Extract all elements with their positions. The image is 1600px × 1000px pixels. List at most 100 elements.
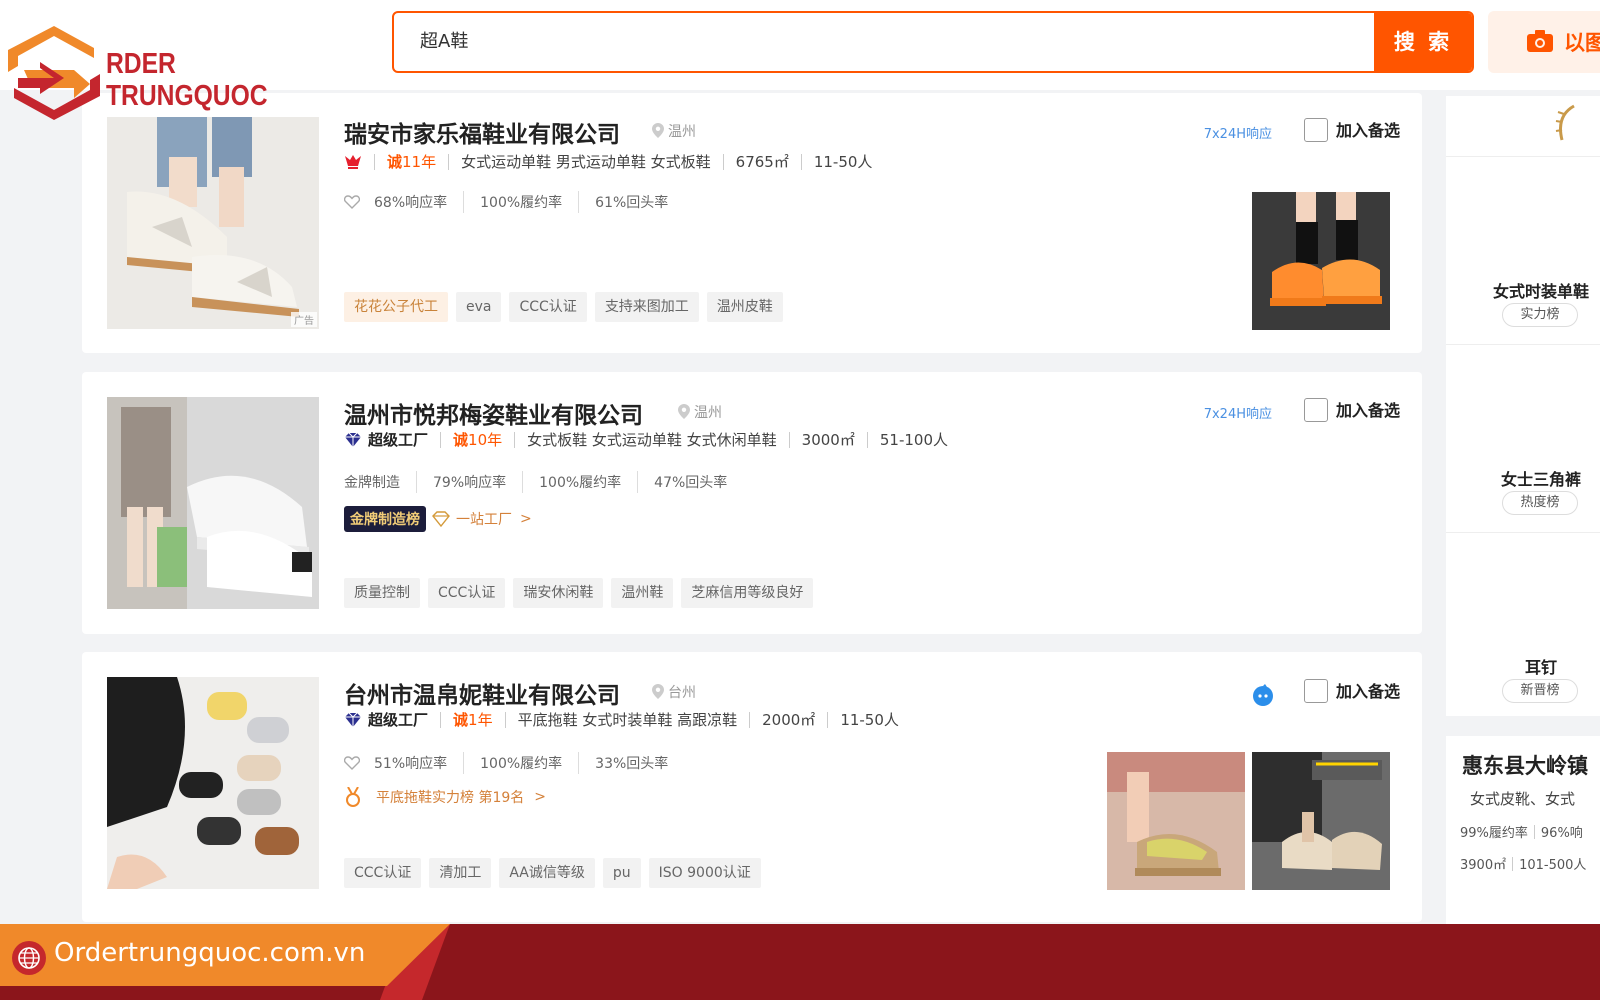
- ranking-tag[interactable]: 热度榜: [1502, 491, 1578, 515]
- company-tags: 花花公子代工 eva CCC认证 支持来图加工 温州皮鞋: [344, 292, 783, 322]
- company-card[interactable]: 广告 瑞安市家乐福鞋业有限公司 温州 7x24H响应 加入备选 诚 11年 女式…: [82, 93, 1422, 353]
- slipper-photo-icon: [107, 677, 319, 889]
- rank-link[interactable]: 平底拖鞋实力榜 第19名: [376, 787, 524, 807]
- response-rate: 68%响应率: [374, 195, 448, 211]
- company-location: 温州: [678, 402, 722, 422]
- heart-icon: [344, 756, 360, 770]
- main-products: 平底拖鞋 女式时装单鞋 高跟凉鞋: [517, 711, 738, 729]
- tag[interactable]: 温州鞋: [611, 578, 674, 608]
- sidebar-company-stats: 99%履约率 96%响: [1460, 825, 1583, 841]
- response-badge: 7x24H响应: [1203, 407, 1272, 422]
- tag[interactable]: AA诚信等级: [499, 858, 595, 888]
- product-image[interactable]: [1252, 752, 1390, 890]
- company-card[interactable]: 台州市温帛妮鞋业有限公司 台州 加入备选 超级工厂 诚 1年 平底拖鞋 女式时装…: [82, 652, 1422, 922]
- company-thumbnail[interactable]: [107, 677, 319, 889]
- tag[interactable]: CCC认证: [509, 292, 587, 322]
- fulfil-rate: 100%履约率: [480, 195, 563, 211]
- response-badge: 7x24H响应: [1203, 127, 1272, 142]
- tag[interactable]: 花花公子代工: [344, 292, 448, 322]
- tag[interactable]: CCC认证: [344, 858, 422, 888]
- company-stats: 51%响应率 100%履约率 33%回头率: [344, 752, 668, 774]
- ranking-title[interactable]: 耳钉: [1446, 654, 1600, 678]
- product-image[interactable]: [1252, 192, 1390, 330]
- gold-label: 金牌制造: [344, 475, 400, 491]
- factory-area: 2000㎡: [762, 711, 816, 729]
- tag[interactable]: 支持来图加工: [594, 292, 699, 322]
- badge-row: 金牌制造榜 一站工厂 >: [344, 506, 532, 532]
- ranking-title[interactable]: 女士三角裤: [1446, 466, 1600, 490]
- chat-bot-icon[interactable]: [1252, 684, 1274, 706]
- super-factory-label: 超级工厂: [368, 431, 429, 449]
- shoe-photo-icon: [107, 397, 319, 609]
- ranking-tag[interactable]: 新晋榜: [1502, 679, 1578, 703]
- tag[interactable]: pu: [602, 858, 641, 888]
- factory-area: 6765㎡: [735, 153, 789, 171]
- tag[interactable]: ISO 9000认证: [648, 858, 761, 888]
- super-factory-label: 超级工厂: [368, 711, 429, 729]
- company-tags: 质量控制 CCC认证 瑞安休闲鞋 温州鞋 芝麻信用等级良好: [344, 578, 814, 608]
- page: RDER TRUNGQUOC 搜 索 以图: [0, 0, 1600, 1000]
- right-sidebar: 女式时装单鞋 实力榜 女士三角裤 热度榜 耳钉 新晋榜: [1446, 96, 1600, 716]
- laurel-icon: [1555, 104, 1575, 141]
- tag[interactable]: 质量控制: [344, 578, 420, 608]
- footer-site-link[interactable]: Ordertrungquoc.com.vn: [54, 938, 365, 968]
- image-search-label: 以图: [1564, 31, 1600, 55]
- years-label: 1年: [468, 711, 493, 729]
- repeat-rate: 47%回头率: [654, 475, 728, 491]
- main-products: 女式板鞋 女式运动单鞋 女式休闲单鞋: [527, 431, 777, 449]
- tag[interactable]: CCC认证: [428, 578, 506, 608]
- shortlist-checkbox[interactable]: [1303, 118, 1328, 142]
- image-search-button[interactable]: 以图: [1488, 11, 1600, 73]
- tag[interactable]: 清加工: [429, 858, 492, 888]
- logo-mark-icon: [8, 26, 100, 120]
- shortlist-checkbox[interactable]: [1303, 679, 1328, 703]
- company-name[interactable]: 温州市悦邦梅姿鞋业有限公司: [344, 396, 643, 430]
- company-name[interactable]: 台州市温帛妮鞋业有限公司: [344, 676, 620, 710]
- one-stop-factory-link[interactable]: 一站工厂: [456, 509, 512, 529]
- ranking-title[interactable]: 女式时装单鞋: [1446, 278, 1600, 302]
- factory-area: 3000㎡: [801, 431, 855, 449]
- response-rate: 79%响应率: [433, 475, 507, 491]
- heart-icon: [344, 195, 360, 209]
- sidebar-company-name[interactable]: 惠东县大岭镇: [1462, 750, 1588, 780]
- company-card[interactable]: 温州市悦邦梅姿鞋业有限公司 温州 7x24H响应 加入备选 超级工厂 诚 10年…: [82, 372, 1422, 634]
- sidebar-company-card[interactable]: 惠东县大岭镇 女式皮靴、女式 99%履约率 96%响 3900㎡ 101-500人: [1446, 736, 1600, 924]
- location-pin-icon: [652, 123, 664, 138]
- main-products: 女式运动单鞋 男式运动单鞋 女式板鞋: [461, 153, 711, 171]
- company-meta-row: 诚 11年 女式运动单鞋 男式运动单鞋 女式板鞋 6765㎡ 11-50人: [344, 151, 872, 172]
- ranking-tag[interactable]: 实力榜: [1502, 303, 1578, 327]
- camera-icon: [1527, 30, 1553, 52]
- tag[interactable]: eva: [456, 292, 502, 322]
- staff-count: 11-50人: [840, 711, 899, 729]
- integrity-icon: 诚: [453, 711, 469, 729]
- diamond-outline-icon: [432, 511, 450, 527]
- search-input[interactable]: [420, 13, 1320, 71]
- product-image[interactable]: [1107, 752, 1245, 890]
- company-location: 温州: [652, 121, 696, 141]
- company-thumbnail[interactable]: [107, 397, 319, 609]
- response-rate: 51%响应率: [374, 756, 448, 772]
- fulfil-rate: 100%履约率: [480, 756, 563, 772]
- search-button[interactable]: 搜 索: [1374, 13, 1472, 71]
- add-to-shortlist[interactable]: 加入备选: [1303, 117, 1400, 142]
- shortlist-checkbox[interactable]: [1303, 398, 1328, 422]
- brand-logo[interactable]: RDER TRUNGQUOC: [4, 18, 274, 122]
- company-stats: 金牌制造 79%响应率 100%履约率 47%回头率: [344, 471, 727, 493]
- tag[interactable]: 温州皮鞋: [706, 292, 783, 322]
- company-thumbnail[interactable]: 广告: [107, 117, 319, 329]
- gold-manufacturer-badge[interactable]: 金牌制造榜: [344, 506, 426, 532]
- medal-icon: [346, 787, 360, 807]
- globe-icon: [12, 941, 46, 975]
- company-stats: 68%响应率 100%履约率 61%回头率: [344, 191, 668, 213]
- add-to-shortlist[interactable]: 加入备选: [1303, 678, 1400, 703]
- product-photo-icon: [1252, 192, 1390, 330]
- staff-count: 51-100人: [879, 431, 948, 449]
- location-pin-icon: [652, 684, 664, 699]
- sidebar-company-products: 女式皮靴、女式: [1470, 790, 1576, 808]
- tag[interactable]: 瑞安休闲鞋: [513, 578, 604, 608]
- rank-row[interactable]: 平底拖鞋实力榜 第19名 >: [344, 787, 546, 807]
- company-name[interactable]: 瑞安市家乐福鞋业有限公司: [344, 115, 620, 149]
- tag[interactable]: 芝麻信用等级良好: [681, 578, 814, 608]
- years-label: 11年: [402, 153, 437, 171]
- add-to-shortlist[interactable]: 加入备选: [1303, 397, 1400, 422]
